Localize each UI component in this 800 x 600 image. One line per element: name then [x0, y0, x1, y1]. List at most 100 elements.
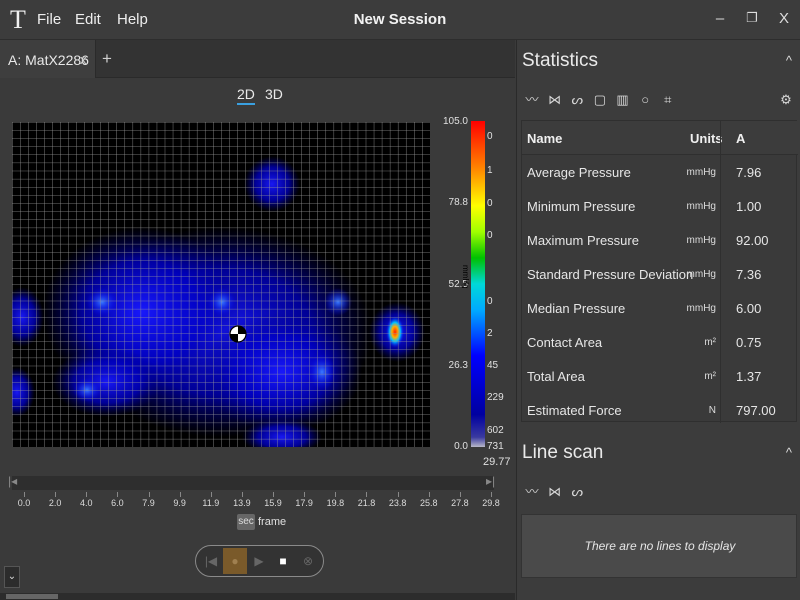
timeline-tick-mark: [366, 492, 368, 497]
timeline-tick-label: 4.0: [80, 498, 93, 508]
column-header-name[interactable]: Name: [527, 131, 562, 146]
column-header-a[interactable]: A: [736, 131, 745, 146]
menu-edit[interactable]: Edit: [75, 11, 101, 28]
horizontal-scrollbar[interactable]: [0, 593, 515, 600]
line-scan-area: There are no lines to display: [521, 514, 797, 578]
rectangle-grid-icon[interactable]: ▥: [616, 92, 630, 108]
scale-tick-label: 0.0: [454, 441, 468, 452]
cross-line-icon[interactable]: ⋈: [548, 92, 562, 108]
next-frame-icon[interactable]: ▶: [247, 548, 271, 574]
color-scale-bar[interactable]: [471, 121, 485, 447]
menu-file[interactable]: File: [37, 11, 61, 28]
play-icon[interactable]: ●: [223, 548, 247, 574]
table-row[interactable]: Standard Pressure Deviation mmHg 7.36: [522, 257, 798, 291]
menu-help[interactable]: Help: [117, 11, 148, 28]
timeline-tick-mark: [241, 492, 243, 497]
stat-value: 92.00: [736, 233, 769, 248]
scale-bin-count: 2: [487, 328, 493, 339]
pressure-heatmap[interactable]: [12, 122, 430, 447]
timeline-tick-mark: [335, 492, 337, 497]
timeline-tick-label: 29.8: [482, 498, 500, 508]
freehand-icon[interactable]: ᔕ: [570, 92, 584, 108]
freehand-icon[interactable]: ᔕ: [570, 484, 584, 500]
line-scan-toolbar: 〰 ⋈ ᔕ: [525, 484, 589, 502]
stat-value: 0.75: [736, 335, 762, 350]
scrollbar-thumb[interactable]: [6, 594, 58, 599]
view-2d-tab[interactable]: 2D: [237, 86, 255, 105]
record-icon[interactable]: ⊗: [296, 548, 320, 574]
cross-line-icon[interactable]: ⋈: [548, 484, 562, 500]
table-row[interactable]: Median Pressure mmHg 6.00: [522, 291, 798, 325]
timeline-tick-label: 7.9: [142, 498, 155, 508]
scale-tick-label: 78.8: [448, 197, 468, 208]
timeline-start-icon[interactable]: |◂: [8, 474, 17, 488]
stat-value: 1.00: [736, 199, 762, 214]
timeline-tick-mark: [304, 492, 306, 497]
restore-button[interactable]: ❐: [742, 10, 762, 30]
timeline-tick-mark: [179, 492, 181, 497]
table-row[interactable]: Minimum Pressure mmHg 1.00: [522, 189, 798, 223]
stat-unit: m²: [704, 371, 716, 382]
timeline-tick-mark: [273, 492, 275, 497]
document-tab-strip: A: MatX2286 x +: [0, 40, 515, 78]
scale-bin-count: 1: [487, 165, 493, 176]
timeline-tick-mark: [55, 492, 57, 497]
scale-total-label: 29.77: [483, 456, 511, 468]
timeline-tick-mark: [491, 492, 492, 497]
view-3d-tab[interactable]: 3D: [265, 86, 283, 102]
stat-name: Contact Area: [527, 335, 603, 350]
timeline-tick-label: 0.0: [17, 498, 31, 508]
timeline-tick-label: 23.8: [388, 498, 407, 508]
stat-name: Average Pressure: [527, 165, 631, 180]
line-scan-collapse-icon[interactable]: ^: [786, 445, 792, 460]
settings-icon[interactable]: ⚙: [779, 92, 793, 108]
statistics-toolbar: 〰 ⋈ ᔕ ▢ ▥ ○ ⌗: [525, 92, 680, 110]
timeline-tick-label: 13.9: [233, 498, 251, 508]
rectangle-icon[interactable]: ▢: [593, 92, 607, 108]
stat-unit: mmHg: [686, 201, 716, 212]
timeline-end-icon[interactable]: ▸|: [486, 474, 495, 488]
line-icon[interactable]: 〰: [525, 92, 539, 108]
timeline-tick-mark: [459, 492, 461, 497]
timeline-tick-mark: [428, 492, 430, 497]
timeline-slider[interactable]: [12, 476, 494, 490]
timeline-tick-mark: [148, 492, 150, 497]
sensor-grid: [12, 122, 430, 447]
stat-unit: N: [708, 405, 716, 416]
stat-value: 1.37: [736, 369, 762, 384]
line-scan-title: Line scan: [522, 442, 604, 463]
timeline-tick-label: 6.0: [111, 498, 124, 508]
table-row[interactable]: Estimated Force N 797.00: [522, 393, 798, 427]
close-button[interactable]: X: [774, 10, 794, 30]
stat-unit: mmHg: [686, 235, 716, 246]
add-tab-icon[interactable]: +: [100, 49, 114, 69]
stat-name: Estimated Force: [527, 403, 622, 418]
previous-frame-icon[interactable]: |◀: [199, 548, 223, 574]
stat-unit: mmHg: [686, 269, 716, 280]
statistics-panel: Statistics ^ 〰 ⋈ ᔕ ▢ ▥ ○ ⌗ ⚙ Name Units …: [516, 40, 800, 600]
document-tab-label: A: MatX2286: [8, 52, 89, 68]
statistics-collapse-icon[interactable]: ^: [786, 53, 792, 68]
stat-unit: mmHg: [686, 167, 716, 178]
line-icon[interactable]: 〰: [525, 484, 539, 500]
sensor-icon[interactable]: ⌗: [661, 92, 675, 108]
scale-bin-count: 602: [487, 425, 504, 436]
timeline-tick-label: 27.8: [451, 498, 469, 508]
tab-close-icon[interactable]: x: [80, 52, 87, 67]
collapse-panel-icon[interactable]: ⌄: [4, 566, 20, 588]
table-row[interactable]: Maximum Pressure mmHg 92.00: [522, 223, 798, 257]
unit-sec-button[interactable]: sec: [237, 514, 255, 530]
scale-tick-label: 105.0: [442, 116, 468, 127]
table-row[interactable]: Total Area m² 1.37: [522, 359, 798, 393]
circle-icon[interactable]: ○: [638, 92, 652, 108]
document-tab[interactable]: A: MatX2286 x: [0, 40, 96, 78]
table-row[interactable]: Contact Area m² 0.75: [522, 325, 798, 359]
table-row[interactable]: Average Pressure mmHg 7.96: [522, 155, 798, 189]
unit-frame-button[interactable]: frame: [258, 516, 286, 528]
timeline-tick-label: 9.9: [173, 498, 186, 508]
timeline-tick-mark: [397, 492, 399, 497]
column-header-units[interactable]: Units: [690, 131, 723, 146]
stop-icon[interactable]: ■: [271, 548, 295, 574]
session-view-panel: A: MatX2286 x + 2D 3D 105.0 78.8 52.5 26…: [0, 40, 515, 600]
minimize-button[interactable]: –: [710, 10, 730, 30]
